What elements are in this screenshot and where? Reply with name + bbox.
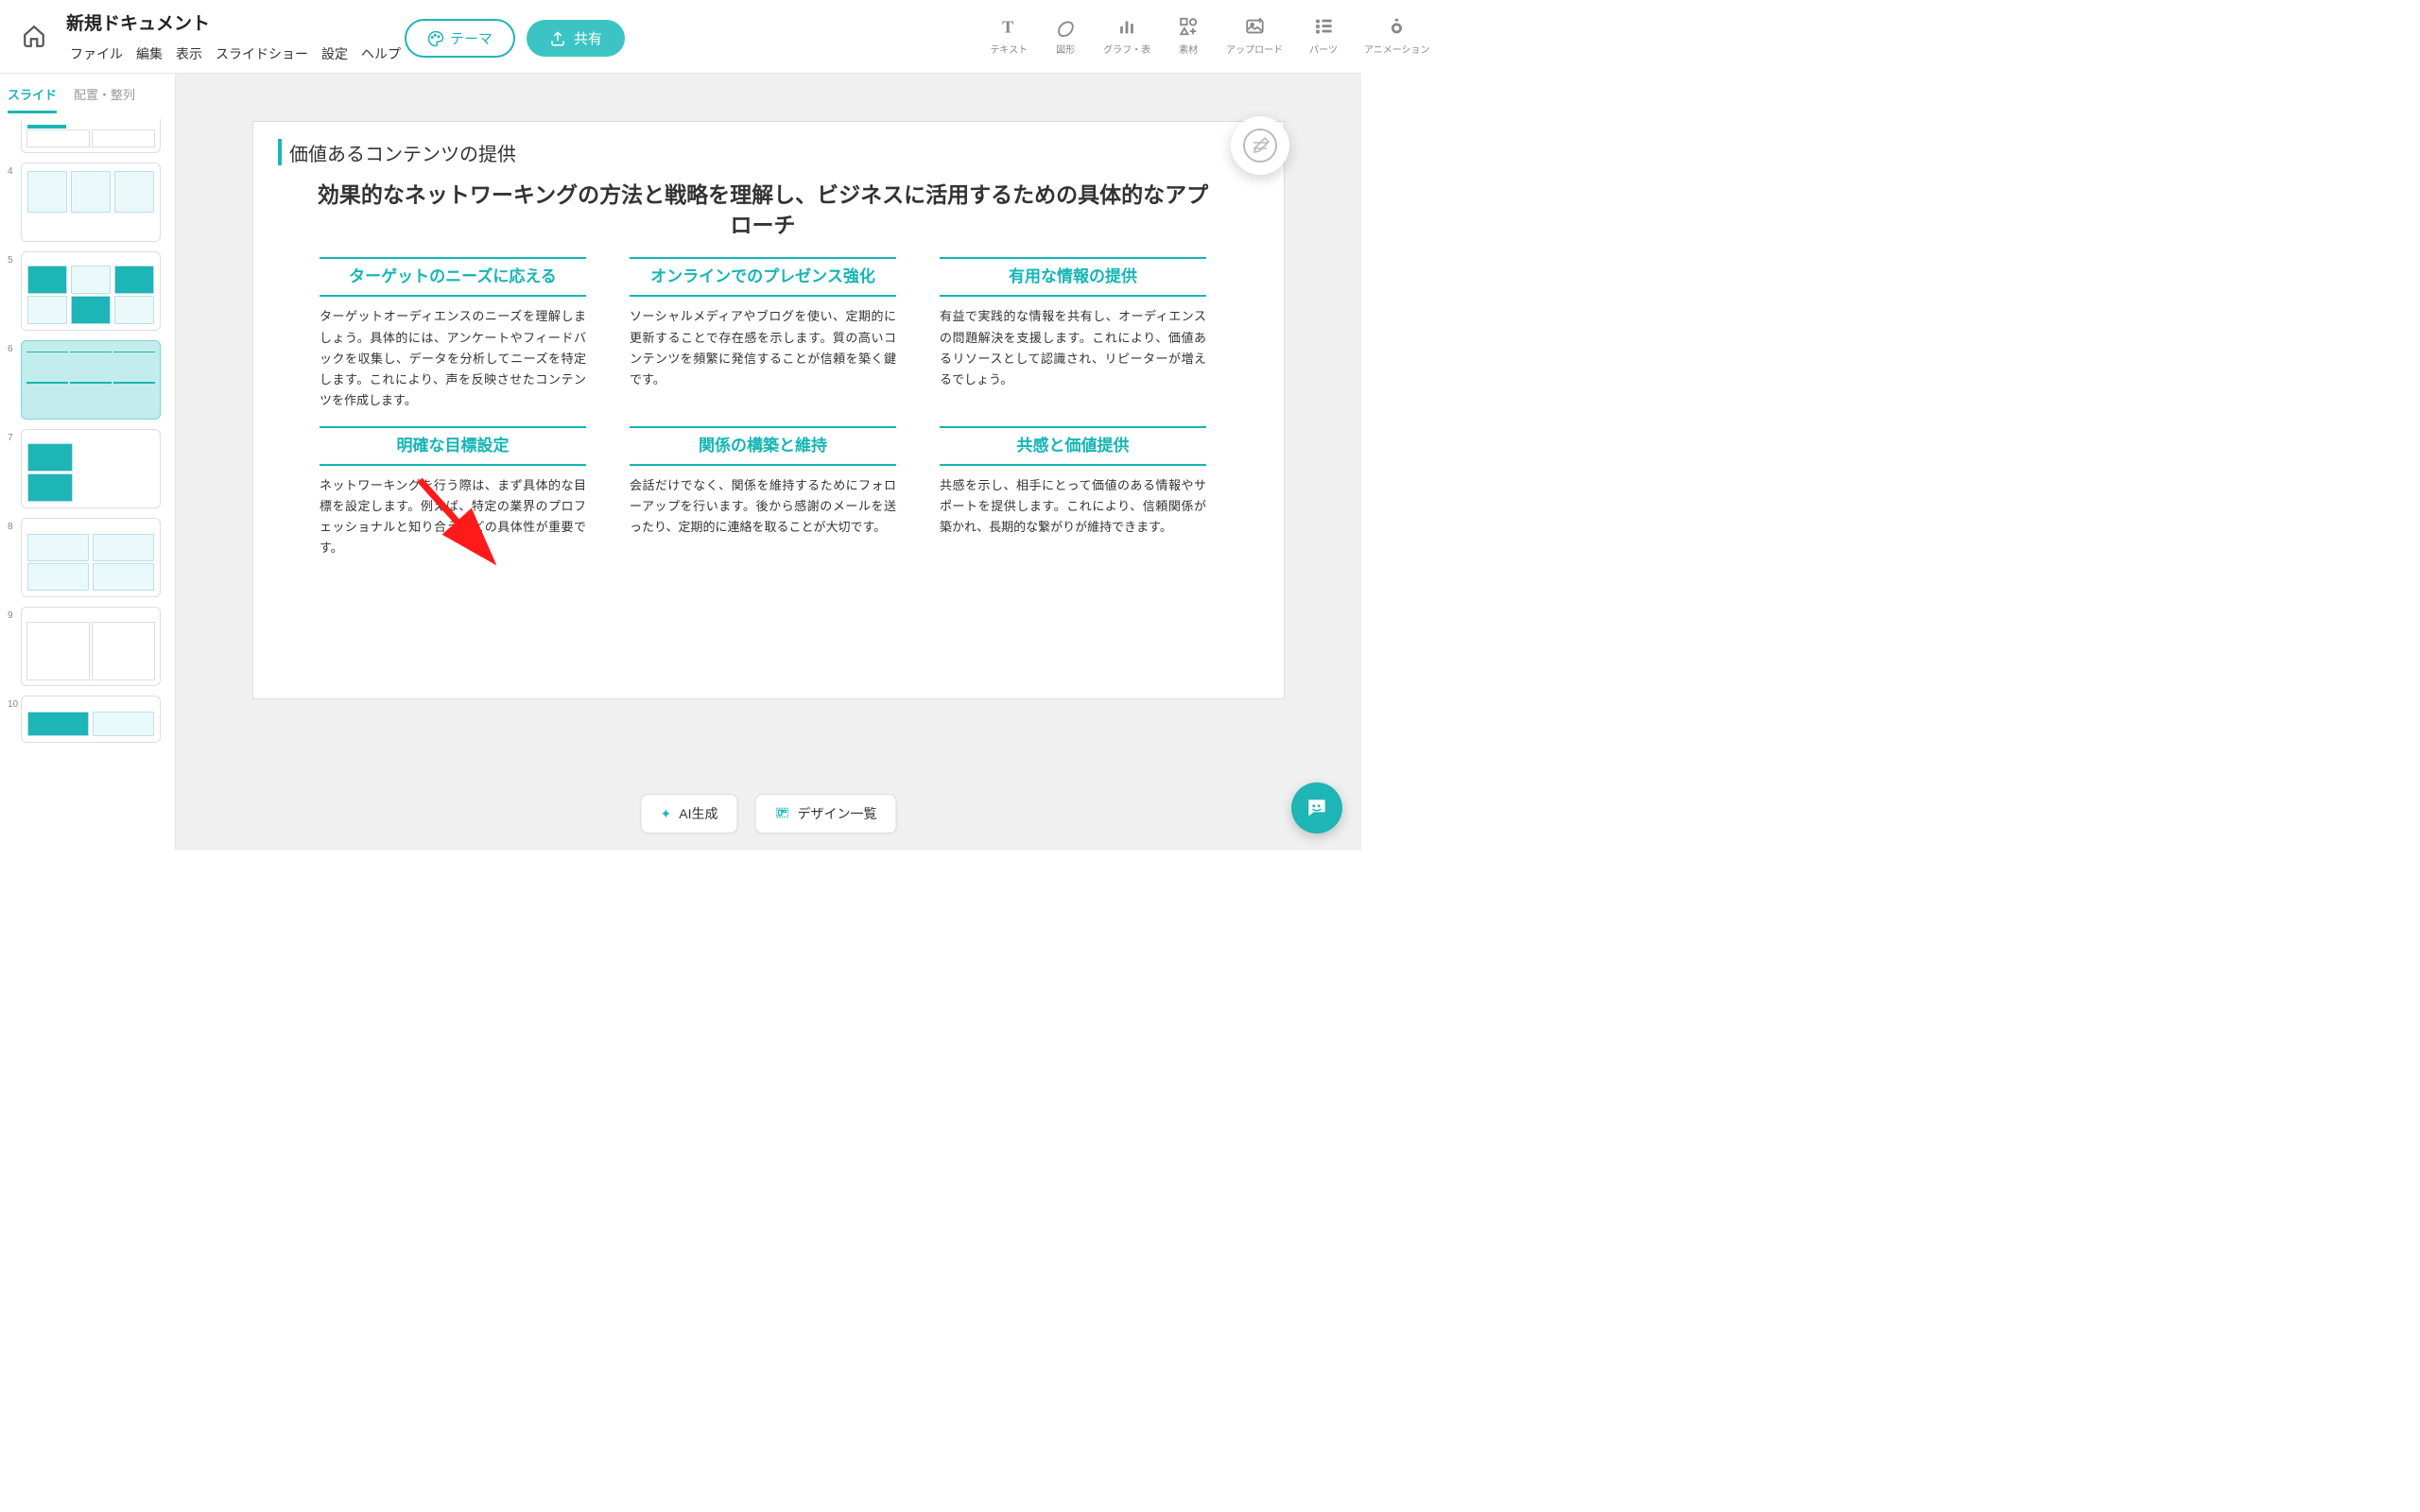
thumbnail-9[interactable]	[21, 607, 161, 686]
share-button[interactable]: 共有	[527, 20, 625, 57]
shape-icon	[1054, 15, 1077, 38]
cell-6[interactable]: 共感と価値提供 共感を示し、相手にとって価値のある情報やサポートを提供します。こ…	[940, 426, 1206, 558]
palette-icon	[427, 30, 444, 47]
cell-3[interactable]: 有用な情報の提供 有益で実践的な情報を共有し、オーディエンスの問題解決を支援しま…	[940, 257, 1206, 411]
share-icon	[549, 30, 566, 47]
tool-text[interactable]: T テキスト	[990, 15, 1028, 56]
menu-file[interactable]: ファイル	[66, 43, 127, 65]
tab-arrange[interactable]: 配置・整列	[74, 85, 135, 113]
thumbnail-6-selected[interactable]	[21, 340, 161, 420]
material-icon	[1177, 15, 1200, 38]
tool-material[interactable]: 素材	[1177, 15, 1200, 56]
thumbnail-4[interactable]	[21, 163, 161, 242]
menu-help[interactable]: ヘルプ	[357, 43, 405, 65]
svg-text:T: T	[1002, 17, 1013, 36]
tab-slides[interactable]: スライド	[8, 85, 57, 113]
thumbnail-partial[interactable]	[21, 119, 161, 153]
slide-thumbnails[interactable]: 4 5 6 7 8 9 10	[0, 113, 175, 850]
document-title[interactable]: 新規ドキュメント	[66, 9, 405, 35]
slide-subtitle[interactable]: 効果的なネットワーキングの方法と戦略を理解し、ビジネスに活用するための具体的なア…	[274, 180, 1252, 240]
sparkle-icon: ✦	[661, 806, 672, 822]
tool-upload[interactable]: アップロード	[1226, 15, 1283, 56]
tool-chart[interactable]: グラフ・表	[1103, 15, 1150, 56]
menu-edit[interactable]: 編集	[132, 43, 166, 65]
parts-icon	[1312, 15, 1335, 38]
tool-parts[interactable]: パーツ	[1309, 15, 1338, 56]
design-list-button[interactable]: デザイン一覧	[754, 794, 896, 833]
cell-5[interactable]: 関係の構築と維持 会話だけでなく、関係を維持するためにフォローアップを行います。…	[630, 426, 896, 558]
edit-badge[interactable]	[1231, 116, 1289, 175]
cell-4[interactable]: 明確な目標設定 ネットワーキングを行う際は、まず具体的な目標を設定します。例えば…	[320, 426, 586, 558]
canvas[interactable]: 価値あるコンテンツの提供 効果的なネットワーキングの方法と戦略を理解し、ビジネス…	[176, 74, 1361, 850]
layout-icon	[774, 805, 789, 823]
upload-icon	[1243, 15, 1266, 38]
menu-view[interactable]: 表示	[172, 43, 206, 65]
chat-button[interactable]	[1291, 782, 1342, 833]
chat-icon	[1305, 796, 1329, 820]
thumbnail-10[interactable]	[21, 696, 161, 743]
cell-2[interactable]: オンラインでのプレゼンス強化 ソーシャルメディアやブログを使い、定期的に更新する…	[630, 257, 896, 411]
thumbnail-7[interactable]	[21, 429, 161, 508]
menu-slideshow[interactable]: スライドショー	[212, 43, 312, 65]
tool-shape[interactable]: 図形	[1054, 15, 1077, 56]
tool-animation[interactable]: アニメーション	[1364, 15, 1430, 56]
theme-button[interactable]: テーマ	[405, 19, 515, 58]
menu-bar: ファイル 編集 表示 スライドショー 設定 ヘルプ	[66, 43, 405, 65]
thumbnail-5[interactable]	[21, 251, 161, 331]
text-icon: T	[997, 15, 1020, 38]
chart-icon	[1115, 15, 1138, 38]
ai-generate-button[interactable]: ✦ AI生成	[641, 794, 738, 833]
cell-1[interactable]: ターゲットのニーズに応える ターゲットオーディエンスのニーズを理解しましょう。具…	[320, 257, 586, 411]
slide[interactable]: 価値あるコンテンツの提供 効果的なネットワーキングの方法と戦略を理解し、ビジネス…	[252, 121, 1285, 699]
thumbnail-8[interactable]	[21, 518, 161, 597]
slide-title[interactable]: 価値あるコンテンツの提供	[289, 139, 1252, 166]
menu-settings[interactable]: 設定	[318, 43, 352, 65]
animation-icon	[1386, 15, 1409, 38]
home-button[interactable]	[15, 17, 53, 55]
